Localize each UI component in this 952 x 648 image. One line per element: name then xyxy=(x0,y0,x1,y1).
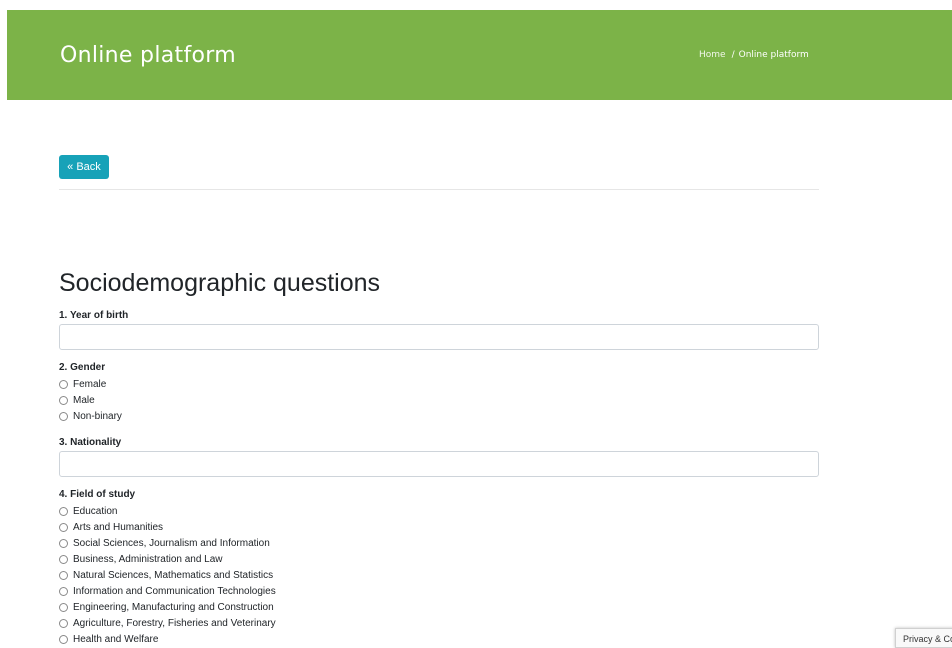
radio-button[interactable] xyxy=(59,586,68,596)
section-title: Sociodemographic questions xyxy=(59,269,381,297)
radio-button[interactable] xyxy=(59,538,68,548)
field-option-social-sciences[interactable]: Social Sciences, Journalism and Informat… xyxy=(59,535,270,551)
breadcrumb-home-link[interactable]: Home xyxy=(699,50,726,60)
radio-button[interactable] xyxy=(59,554,68,564)
page-header-title: Online platform xyxy=(60,43,236,68)
breadcrumb-current: Online platform xyxy=(738,50,809,60)
radio-label: Agriculture, Forestry, Fisheries and Vet… xyxy=(73,617,276,629)
radio-button[interactable] xyxy=(59,570,68,580)
breadcrumb-separator: / xyxy=(731,50,735,60)
gender-option-female[interactable]: Female xyxy=(59,376,106,392)
radio-button[interactable] xyxy=(59,618,68,628)
year-of-birth-input[interactable] xyxy=(59,324,819,350)
radio-button[interactable] xyxy=(59,522,68,532)
radio-button[interactable] xyxy=(59,395,68,405)
question-label-nationality: 3. Nationality xyxy=(59,437,122,448)
divider xyxy=(59,189,819,190)
radio-label: Information and Communication Technologi… xyxy=(73,585,276,597)
radio-label: Social Sciences, Journalism and Informat… xyxy=(73,537,270,549)
gender-option-male[interactable]: Male xyxy=(59,392,95,408)
radio-label: Male xyxy=(73,394,95,406)
nationality-input[interactable] xyxy=(59,451,819,477)
field-option-engineering[interactable]: Engineering, Manufacturing and Construct… xyxy=(59,599,274,615)
question-label-field-of-study: 4. Field of study xyxy=(59,489,136,500)
gender-option-non-binary[interactable]: Non-binary xyxy=(59,408,122,424)
radio-label: Education xyxy=(73,505,118,517)
field-option-agriculture[interactable]: Agriculture, Forestry, Fisheries and Vet… xyxy=(59,615,276,631)
radio-button[interactable] xyxy=(59,602,68,612)
radio-label: Engineering, Manufacturing and Construct… xyxy=(73,601,274,613)
field-option-health-welfare[interactable]: Health and Welfare xyxy=(59,631,158,647)
radio-button[interactable] xyxy=(59,634,68,644)
back-button[interactable]: « Back xyxy=(59,155,109,179)
field-option-arts-humanities[interactable]: Arts and Humanities xyxy=(59,519,163,535)
radio-button[interactable] xyxy=(59,379,68,389)
top-strip xyxy=(0,0,952,10)
radio-label: Female xyxy=(73,378,107,390)
field-option-education[interactable]: Education xyxy=(59,503,117,519)
radio-button[interactable] xyxy=(59,506,68,516)
radio-label: Business, Administration and Law xyxy=(73,553,223,565)
page-header: Online platform Home / Online platform xyxy=(7,10,952,100)
field-option-business[interactable]: Business, Administration and Law xyxy=(59,551,223,567)
radio-label: Arts and Humanities xyxy=(73,521,164,533)
radio-label: Natural Sciences, Mathematics and Statis… xyxy=(73,569,274,581)
page: Online platform Home / Online platform « B… xyxy=(0,0,952,648)
privacy-badge[interactable]: Privacy & Co xyxy=(895,628,952,648)
radio-button[interactable] xyxy=(59,411,68,421)
question-label-year-of-birth: 1. Year of birth xyxy=(59,310,129,321)
radio-label: Health and Welfare xyxy=(73,633,159,645)
question-label-gender: 2. Gender xyxy=(59,362,106,373)
radio-label: Non-binary xyxy=(73,410,122,422)
field-option-natural-sciences[interactable]: Natural Sciences, Mathematics and Statis… xyxy=(59,567,273,583)
field-option-ict[interactable]: Information and Communication Technologi… xyxy=(59,583,276,599)
breadcrumb: Home / Online platform xyxy=(699,48,809,62)
